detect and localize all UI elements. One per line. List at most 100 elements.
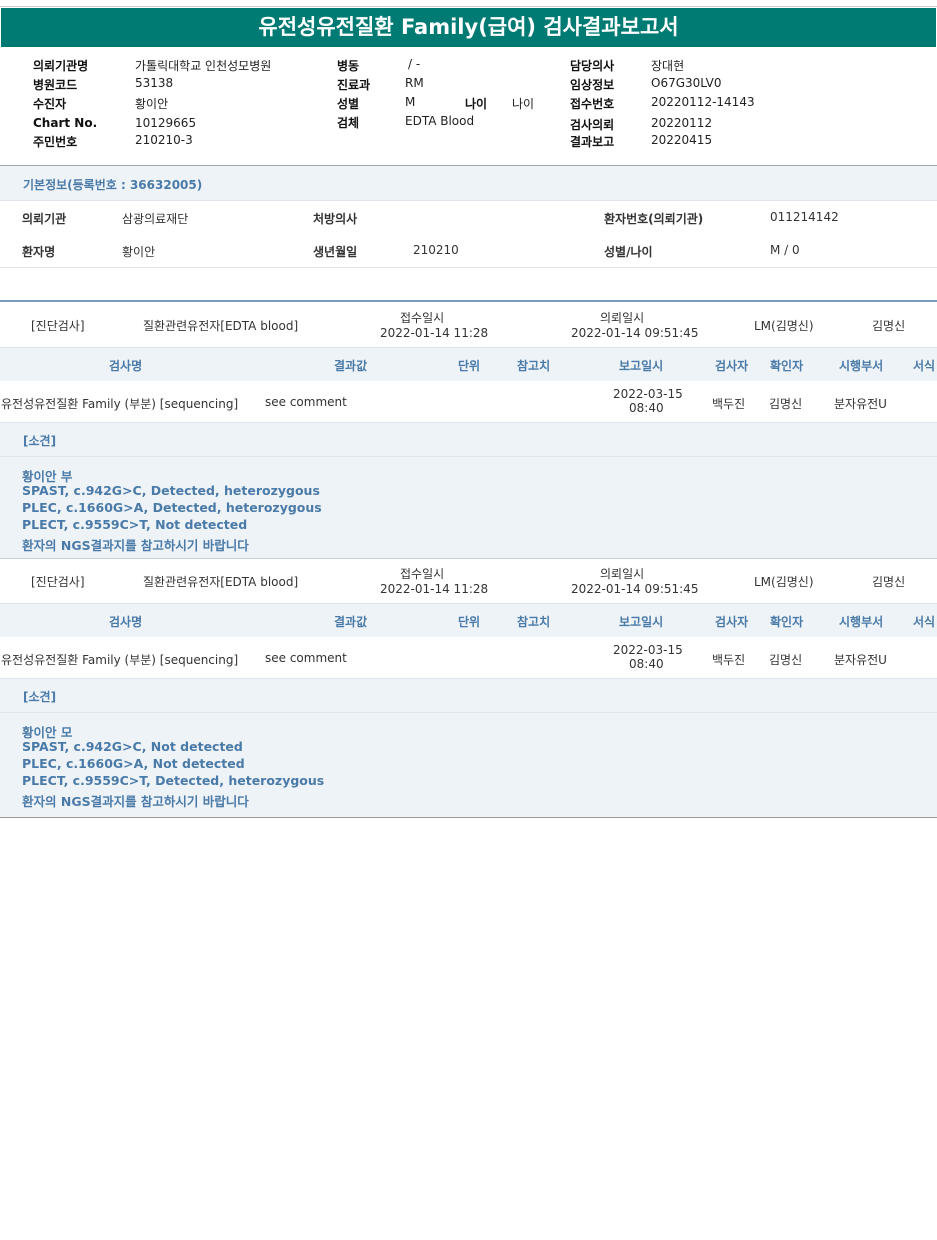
specimen-value: EDTA Blood (405, 114, 475, 128)
col-report-date: 보고일시 (619, 359, 664, 373)
comment-body: 황이안 부 SPAST, c.942G>C, Detected, heteroz… (0, 457, 937, 558)
sex-age-label: 성별/나이 (604, 245, 653, 259)
birth-label: 생년월일 (313, 245, 358, 259)
age-label: 나이 (465, 97, 488, 111)
col-test-name: 검사명 (109, 615, 143, 629)
institution-value: 가톨릭대학교 인천성모병원 (135, 59, 272, 73)
sex-value: M (405, 95, 416, 109)
report-value: 20220415 (651, 133, 713, 147)
chart-no-label: Chart No. (33, 116, 98, 130)
chart-no-value: 10129665 (135, 116, 197, 130)
recipient-value: 황이안 (135, 97, 169, 111)
exec-dept: 분자유전U (834, 397, 887, 411)
comment-body: 황이안 모 SPAST, c.942G>C, Not detected PLEC… (0, 713, 937, 817)
lm: LM(김명신) (754, 319, 814, 333)
col-unit: 단위 (458, 359, 481, 373)
col-reference: 참고치 (517, 359, 551, 373)
tester: 백두진 (712, 653, 746, 667)
test-name: 유전성유전질환 Family (부분) [sequencing] (1, 653, 239, 667)
comment-line: PLECT, c.9559C>T, Not detected (22, 517, 248, 532)
signer: 김명신 (872, 319, 906, 333)
col-dept: 시행부서 (839, 359, 884, 373)
report-date: 2022-03-15 (613, 643, 683, 657)
patient-no-value: 011214142 (770, 210, 839, 224)
receipt-time-label: 접수일시 (400, 311, 445, 325)
report-time: 08:40 (629, 657, 664, 671)
comment-label: [소견] (23, 434, 57, 448)
request-label: 검사의뢰 (570, 118, 615, 132)
result-section-1: [진단검사] 질환관련유전자[EDTA blood] 접수일시 2022-01-… (0, 303, 937, 558)
comment-line: SPAST, c.942G>C, Detected, heterozygous (22, 483, 320, 498)
dept-value: RM (405, 76, 424, 90)
report-title: 유전성유전질환 Family(급여) 검사결과보고서 (1, 8, 936, 47)
col-form: 서식 (913, 615, 936, 629)
prescriber-label: 처방의사 (313, 212, 358, 226)
comment-line: PLEC, c.1660G>A, Not detected (22, 756, 245, 771)
receipt-time: 2022-01-14 11:28 (380, 582, 489, 596)
col-tester: 검사자 (715, 359, 749, 373)
receipt-time-label: 접수일시 (400, 567, 445, 581)
institution-label: 의뢰기관명 (33, 59, 89, 73)
column-header: 검사명 결과값 단위 참고치 보고일시 검사자 확인자 시행부서 서식 (0, 603, 937, 638)
sex-label: 성별 (337, 97, 360, 111)
test-group: 질환관련유전자[EDTA blood] (143, 575, 299, 589)
col-form: 서식 (913, 359, 936, 373)
lm: LM(김명신) (754, 575, 814, 589)
comment-line: PLEC, c.1660G>A, Detected, heterozygous (22, 500, 322, 515)
name-label: 환자명 (22, 245, 56, 259)
hospital-code-label: 병원코드 (33, 78, 78, 92)
resident-no-value: 210210-3 (135, 133, 193, 147)
req-inst-label: 의뢰기관 (22, 212, 67, 226)
result-section-2: [진단검사] 질환관련유전자[EDTA blood] 접수일시 2022-01-… (0, 559, 937, 817)
basic-info-heading: 기본정보(등록번호 : 36632005) (23, 178, 203, 192)
section-header: [진단검사] 질환관련유전자[EDTA blood] 접수일시 2022-01-… (0, 559, 937, 605)
confirmer: 김명신 (769, 653, 803, 667)
col-unit: 단위 (458, 615, 481, 629)
recipient-label: 수진자 (33, 97, 67, 111)
section-divider (0, 300, 937, 302)
request-time: 2022-01-14 09:51:45 (571, 326, 699, 340)
tester: 백두진 (712, 397, 746, 411)
ward-label: 병동 (337, 59, 360, 73)
request-time-label: 의뢰일시 (600, 567, 645, 581)
table-row[interactable]: 유전성유전질환 Family (부분) [sequencing] see com… (0, 637, 937, 679)
col-confirmer: 확인자 (770, 615, 804, 629)
hospital-code-value: 53138 (135, 76, 174, 90)
signer: 김명신 (872, 575, 906, 589)
req-inst-value: 삼광의료재단 (122, 212, 189, 226)
col-tester: 검사자 (715, 615, 749, 629)
resident-no-label: 주민번호 (33, 135, 78, 149)
ward-value: / - (408, 57, 421, 71)
clinical-value: O67G30LV0 (651, 76, 722, 90)
age-value: 나이 (512, 97, 535, 111)
comment-line: 환자의 NGS결과지를 참고하시기 바랍니다 (22, 794, 249, 809)
request-time-label: 의뢰일시 (600, 311, 645, 325)
confirmer: 김명신 (769, 397, 803, 411)
report-date: 2022-03-15 (613, 387, 683, 401)
report-label: 결과보고 (570, 135, 615, 149)
comment-label: [소견] (23, 690, 57, 704)
divider (0, 817, 937, 818)
receipt-no-label: 접수번호 (570, 97, 615, 111)
col-reference: 참고치 (517, 615, 551, 629)
basic-info-title: 기본정보(등록번호 : 36632005) (0, 166, 937, 201)
clinical-label: 임상정보 (570, 78, 615, 92)
test-name: 유전성유전질환 Family (부분) [sequencing] (1, 397, 239, 411)
comment-line: 환자의 NGS결과지를 참고하시기 바랍니다 (22, 538, 249, 553)
col-dept: 시행부서 (839, 615, 884, 629)
basic-row-1: 의뢰기관 삼광의료재단 처방의사 환자번호(의뢰기관) 011214142 (0, 201, 937, 235)
request-value: 20220112 (651, 116, 713, 130)
patient-no-label: 환자번호(의뢰기관) (604, 212, 704, 226)
dept-label: 진료과 (337, 78, 371, 92)
table-row[interactable]: 유전성유전질환 Family (부분) [sequencing] see com… (0, 381, 937, 423)
section-header: [진단검사] 질환관련유전자[EDTA blood] 접수일시 2022-01-… (0, 303, 937, 349)
comment-line: SPAST, c.942G>C, Not detected (22, 739, 243, 754)
birth-value: 210210 (413, 243, 459, 257)
basic-row-2: 환자명 황이안 생년월일 210210 성별/나이 M / 0 (0, 234, 937, 268)
request-time: 2022-01-14 09:51:45 (571, 582, 699, 596)
receipt-time: 2022-01-14 11:28 (380, 326, 489, 340)
comment-header: [소견] (0, 423, 937, 457)
result-value: see comment (265, 651, 347, 665)
col-report-date: 보고일시 (619, 615, 664, 629)
doctor-value: 장대현 (651, 59, 685, 73)
